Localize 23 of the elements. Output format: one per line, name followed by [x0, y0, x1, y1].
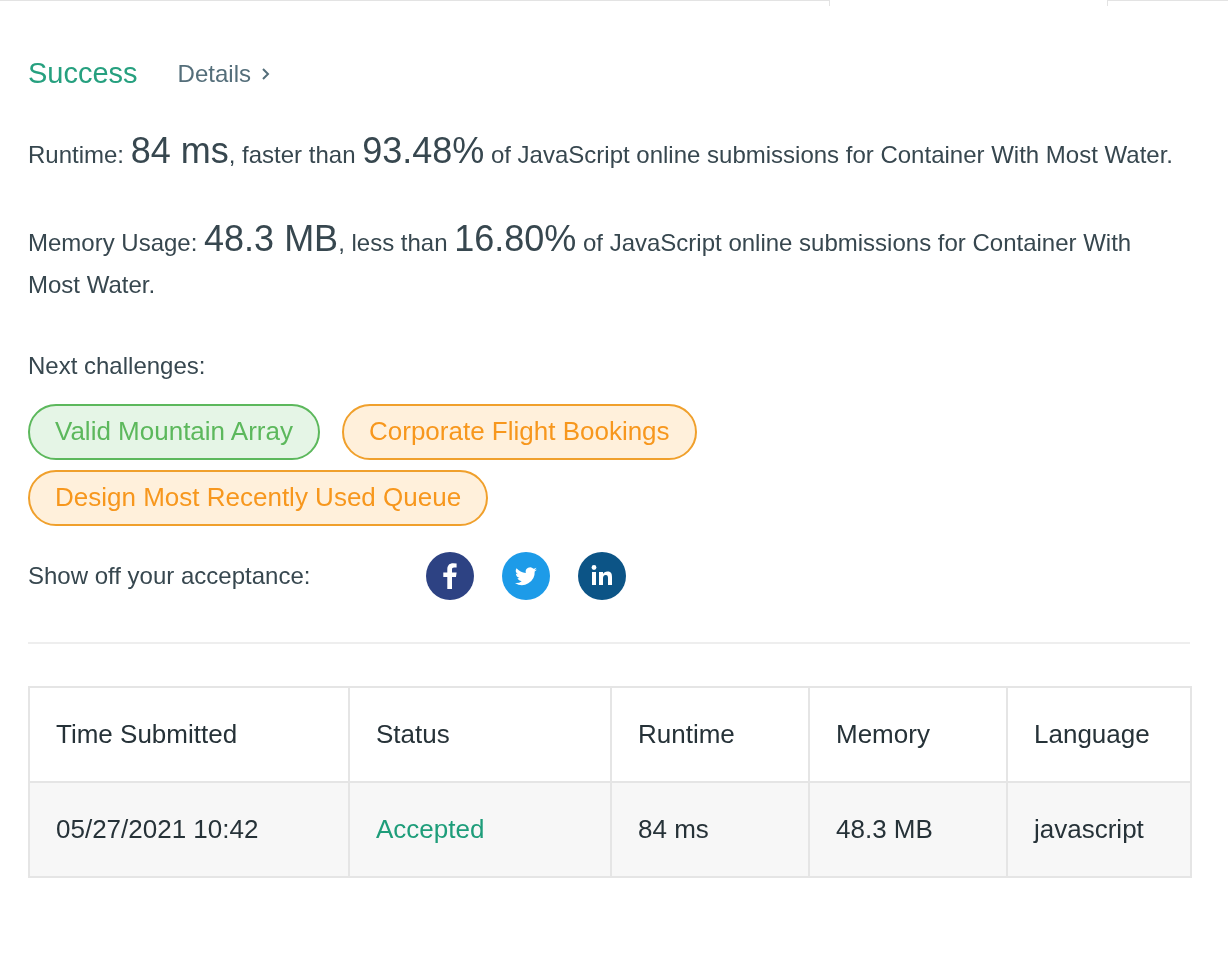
result-status: Success: [28, 56, 138, 91]
challenge-tag[interactable]: Valid Mountain Array: [28, 403, 320, 460]
challenge-tag[interactable]: Design Most Recently Used Queue: [28, 469, 489, 526]
column-header: Runtime: [611, 686, 809, 782]
facebook-icon[interactable]: [426, 551, 474, 600]
table-cell: 48.3 MB: [809, 781, 1007, 877]
share-label: Show off your acceptance:: [28, 560, 312, 591]
table-cell: javascript: [1007, 781, 1191, 877]
table-cell: 05/27/2021 10:42: [29, 781, 349, 877]
details-link[interactable]: Details: [177, 55, 271, 92]
runtime-summary: Runtime: 84 ms, faster than 93.48% of JavaScript online submissions for Container With Most Water.: [28, 129, 1174, 173]
column-header: Memory: [809, 686, 1007, 782]
column-header: Status: [349, 686, 611, 782]
linkedin-icon[interactable]: [578, 551, 626, 600]
challenge-tag[interactable]: Corporate Flight Bookings: [342, 403, 697, 460]
status-cell: Accepted: [349, 781, 611, 877]
chevron-right-icon: [260, 66, 271, 81]
table-cell: 84 ms: [611, 781, 809, 877]
column-header: Time Submitted: [29, 686, 349, 782]
twitter-icon[interactable]: [502, 551, 550, 600]
memory-summary: Memory Usage: 48.3 MB, less than 16.80% of JavaScript online submissions for Container With Most Water.: [28, 217, 1133, 300]
next-challenges-label: Next challenges:: [28, 350, 207, 381]
column-header: Language: [1007, 686, 1191, 782]
